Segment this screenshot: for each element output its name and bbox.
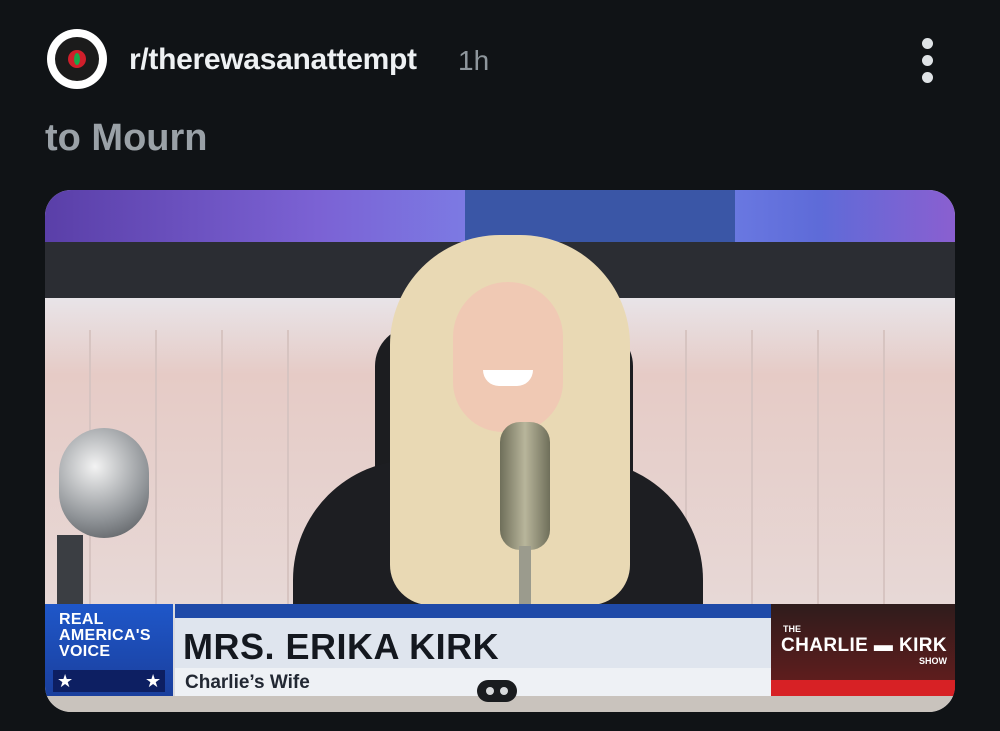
pager-dot (500, 687, 508, 695)
star-icon: ★ (145, 671, 162, 691)
menu-dot (922, 55, 933, 66)
subreddit-name[interactable]: r/therewasanattempt (129, 43, 417, 77)
more-options-icon[interactable] (912, 34, 944, 86)
star-icon: ★ (57, 671, 74, 691)
menu-dot (922, 72, 933, 83)
avatar-ring (55, 37, 99, 81)
post-time: 1h (458, 45, 490, 76)
network-logo: REAL AMERICA'S VOICE ★ ★ (45, 604, 173, 696)
network-line1: REAL (59, 611, 104, 628)
subreddit-avatar-icon[interactable] (47, 29, 107, 89)
person-smile (483, 370, 533, 386)
wall-panel (817, 330, 819, 604)
name-banner: MRS. ERIKA KIRK Charlie’s Wife (175, 604, 771, 696)
wall-panel (287, 330, 289, 604)
show-logo-bottom: SHOW (919, 656, 947, 666)
show-logo-main: CHARLIE ▬ KIRK (781, 635, 948, 656)
center-mic-stand (519, 546, 531, 606)
network-line2: AMERICA'S (59, 627, 151, 644)
guest-name: MRS. ERIKA KIRK (183, 626, 500, 667)
wall-panel (751, 330, 753, 604)
post-title[interactable]: to Mourn (45, 117, 208, 160)
pager-dot (486, 687, 494, 695)
show-logo-red-bar (771, 680, 955, 696)
post-image[interactable]: REAL AMERICA'S VOICE ★ ★ MRS. ERIKA KIRK… (45, 190, 955, 712)
left-microphone (59, 428, 149, 538)
network-line3: VOICE (59, 643, 111, 660)
avatar-eye (68, 50, 86, 68)
banner-strip (175, 604, 771, 618)
guest-role: Charlie’s Wife (185, 672, 310, 693)
wall-panel (883, 330, 885, 604)
wall-panel (221, 330, 223, 604)
carousel-pager-icon[interactable] (477, 680, 517, 702)
center-microphone (500, 422, 550, 550)
avatar-pupil (74, 53, 80, 65)
person-face (453, 282, 563, 432)
wall-panel (155, 330, 157, 604)
show-logo-top: THE (783, 624, 801, 634)
left-mic-stand (57, 535, 83, 605)
menu-dot (922, 38, 933, 49)
network-stars: ★ ★ (53, 670, 165, 692)
post-header: r/therewasanattempt 1h (0, 0, 1000, 120)
show-logo: THE CHARLIE ▬ KIRK SHOW (771, 604, 955, 696)
